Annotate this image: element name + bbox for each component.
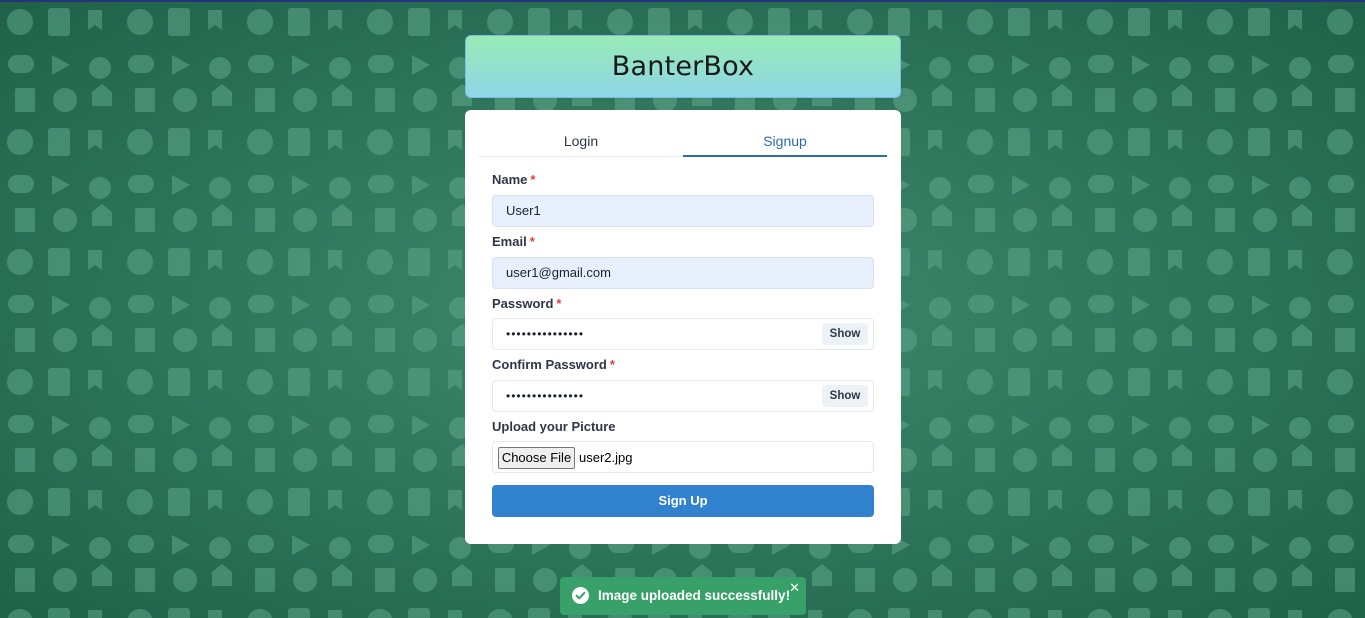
email-input[interactable]: user1@gmail.com (492, 257, 874, 289)
name-label: Name * (492, 172, 535, 187)
auth-tabs: Login Signup (479, 128, 887, 157)
password-label: Password * (492, 296, 561, 311)
required-mark: * (556, 296, 562, 311)
tab-signup[interactable]: Signup (683, 128, 887, 157)
name-input[interactable]: User1 (492, 195, 874, 227)
signup-button[interactable]: Sign Up (492, 485, 874, 517)
check-circle-icon (572, 587, 589, 604)
app-header: BanterBox (465, 35, 901, 98)
confirm-password-label: Confirm Password * (492, 357, 615, 372)
toast-message: Image uploaded successfully! (598, 588, 791, 603)
picture-file-input[interactable]: Choose File user2.jpg (492, 441, 874, 473)
choose-file-button[interactable]: Choose File (498, 447, 575, 469)
name-input-value: User1 (506, 203, 541, 218)
password-show-button[interactable]: Show (822, 323, 868, 345)
success-toast: Image uploaded successfully! ✕ (560, 577, 806, 615)
top-border-line (0, 0, 1365, 2)
password-input[interactable]: ••••••••••••••• Show (492, 318, 874, 350)
confirm-password-input[interactable]: ••••••••••••••• Show (492, 380, 874, 412)
app-title: BanterBox (611, 51, 755, 82)
picture-label: Upload your Picture (492, 419, 616, 434)
required-mark: * (530, 172, 536, 187)
selected-file-name: user2.jpg (579, 450, 633, 465)
password-masked-value: ••••••••••••••• (506, 327, 585, 341)
password-label-text: Password (492, 296, 554, 311)
email-input-value: user1@gmail.com (506, 265, 611, 280)
required-mark: * (609, 357, 615, 372)
email-label: Email * (492, 234, 535, 249)
confirm-password-show-button[interactable]: Show (822, 385, 868, 407)
auth-card: Login Signup Name * User1 Email * user1@gm… (465, 110, 901, 544)
confirm-password-label-text: Confirm Password (492, 357, 607, 372)
name-label-text: Name (492, 172, 528, 187)
tab-login[interactable]: Login (479, 128, 683, 156)
toast-close-icon[interactable]: ✕ (789, 580, 800, 596)
email-label-text: Email (492, 234, 527, 249)
required-mark: * (529, 234, 535, 249)
confirm-password-masked-value: ••••••••••••••• (506, 389, 585, 403)
